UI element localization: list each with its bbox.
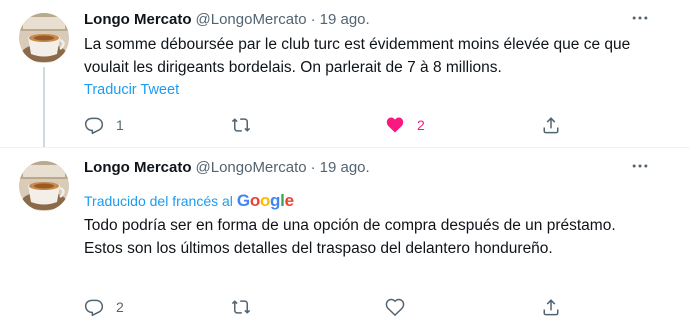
author-name[interactable]: Longo Mercato [84,159,192,176]
separator-dot: · [310,10,316,28]
retweet-icon [231,118,251,132]
like-count: 2 [417,117,425,133]
separator-dot: · [310,158,316,176]
tweet-text: La somme déboursée par le club turc est … [84,36,631,76]
retweet-icon [231,300,251,314]
author-name[interactable]: Longo Mercato [84,11,192,28]
coffee-cup-avatar-image [19,13,69,63]
like-button[interactable]: 2 [385,113,425,137]
reply-count: 2 [116,299,124,315]
avatar[interactable] [19,161,69,211]
coffee-cup-avatar-image [19,161,69,211]
more-options-button[interactable] [628,8,652,28]
more-icon [632,164,648,168]
translated-tweet-text: Todo podría ser en forma de una opción d… [84,217,616,257]
like-button[interactable] [385,295,417,319]
retweet-button[interactable] [231,295,263,319]
share-button[interactable] [541,113,561,137]
reply-button[interactable]: 2 [84,295,124,319]
share-button[interactable] [541,295,561,319]
reply-icon [84,299,104,317]
retweet-button[interactable] [231,113,263,137]
more-icon [632,16,648,20]
heart-icon [385,298,405,317]
translation-attribution[interactable]: Traducido del francés al Google [84,191,294,211]
tweet-actions: 1 2 [0,113,690,137]
tweet-timestamp[interactable]: 19 ago. [320,159,370,176]
tweet-2[interactable]: Longo Mercato @LongoMercato · 19 ago. Tr… [0,148,690,326]
reply-count: 1 [116,117,124,133]
google-logo: Google [236,191,294,210]
reply-button[interactable]: 1 [84,113,124,137]
translated-from-label: Traducido del francés al [84,193,233,209]
avatar[interactable] [19,13,69,63]
reply-icon [84,117,104,135]
tweet-header: Longo Mercato @LongoMercato · 19 ago. [84,157,370,177]
translate-tweet-link[interactable]: Traducir Tweet [84,82,179,98]
tweet-header: Longo Mercato @LongoMercato · 19 ago. [84,9,370,29]
share-icon [543,117,559,134]
tweet-timestamp[interactable]: 19 ago. [320,11,370,28]
author-handle[interactable]: @LongoMercato [196,159,307,176]
tweet-actions: 2 [0,295,690,319]
more-options-button[interactable] [628,156,652,176]
heart-icon [386,117,404,133]
tweet-1[interactable]: Longo Mercato @LongoMercato · 19 ago. La… [0,0,690,148]
author-handle[interactable]: @LongoMercato [196,11,307,28]
share-icon [543,299,559,316]
